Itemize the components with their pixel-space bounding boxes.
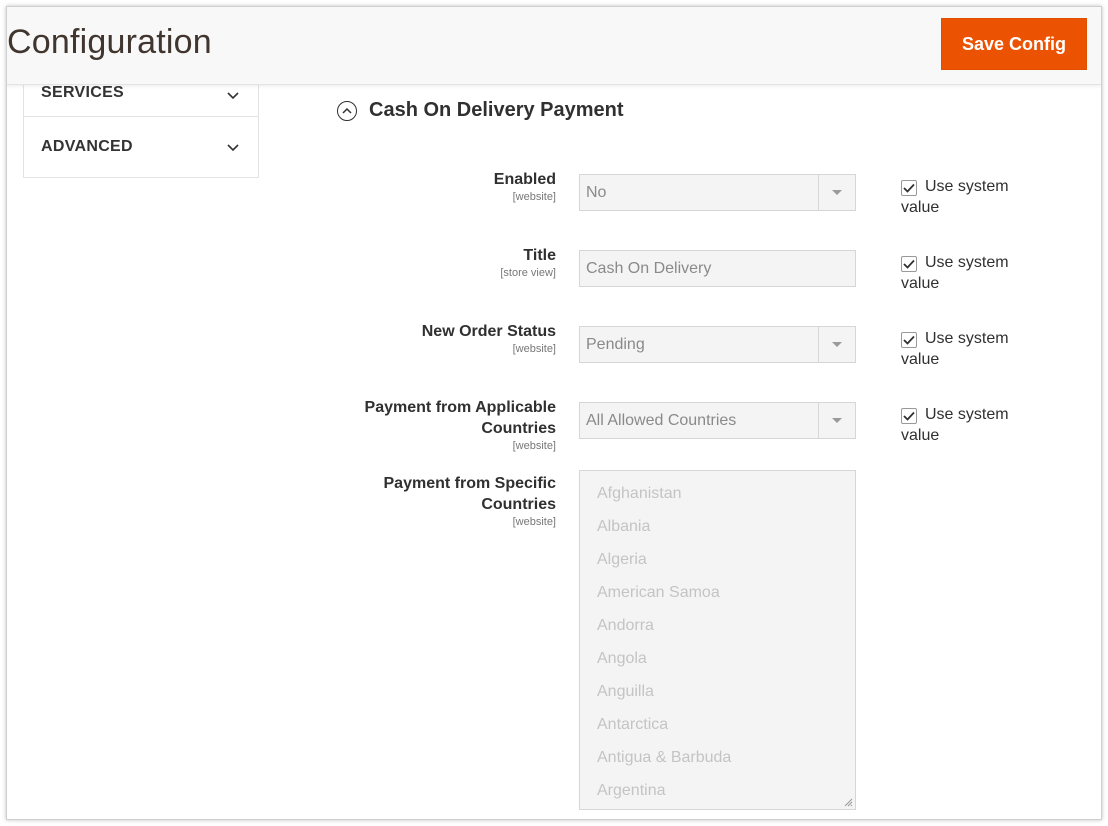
app-window: Configuration Save Config SERVICES ADVAN… xyxy=(6,6,1102,820)
page-header: Configuration Save Config xyxy=(7,7,1101,85)
scope-label: [website] xyxy=(512,191,556,203)
resize-handle-icon[interactable] xyxy=(844,798,853,807)
chevron-down-icon xyxy=(227,144,239,152)
use-system-value-title[interactable]: Use system value xyxy=(901,252,1031,294)
country-option[interactable]: Antarctica xyxy=(580,708,855,741)
field-label-title: Title [store view] xyxy=(500,247,556,279)
applicable-countries-select[interactable]: All Allowed Countries xyxy=(579,402,856,439)
dropdown-arrow-icon xyxy=(818,403,855,438)
checkbox-checked-icon[interactable] xyxy=(901,180,917,196)
country-option[interactable]: Andorra xyxy=(580,609,855,642)
config-sidebar: SERVICES ADVANCED xyxy=(23,85,259,178)
dropdown-arrow-icon xyxy=(818,175,855,210)
country-option[interactable]: Argentina xyxy=(580,774,855,807)
collapse-circle-icon xyxy=(337,100,357,121)
country-option[interactable]: Antigua & Barbuda xyxy=(580,741,855,774)
field-label-specific-countries: Payment from Specific Countries [website… xyxy=(356,473,557,529)
section-header-cash-on-delivery[interactable]: Cash On Delivery Payment xyxy=(337,99,624,122)
sidebar-item-advanced[interactable]: ADVANCED xyxy=(24,117,258,177)
scope-label: [website] xyxy=(512,343,556,355)
page-title: Configuration xyxy=(7,23,212,61)
checkbox-checked-icon[interactable] xyxy=(901,332,917,348)
country-option[interactable]: American Samoa xyxy=(580,576,855,609)
chevron-down-icon xyxy=(227,92,239,100)
sidebar-item-services[interactable]: SERVICES xyxy=(24,85,258,117)
new-order-status-select[interactable]: Pending xyxy=(579,326,856,363)
field-label-new-order-status: New Order Status [website] xyxy=(421,323,556,355)
sidebar-item-label: SERVICES xyxy=(41,85,125,101)
checkbox-checked-icon[interactable] xyxy=(901,256,917,272)
country-option[interactable]: Angola xyxy=(580,642,855,675)
country-option[interactable]: Afghanistan xyxy=(580,477,855,510)
enabled-select[interactable]: No xyxy=(579,174,856,211)
specific-countries-multiselect[interactable]: Afghanistan Albania Algeria American Sam… xyxy=(579,470,856,810)
use-system-value-applicable-countries[interactable]: Use system value xyxy=(901,404,1031,446)
scope-label: [website] xyxy=(512,440,556,452)
scope-label: [website] xyxy=(512,516,556,528)
save-config-button[interactable]: Save Config xyxy=(941,18,1087,70)
checkbox-checked-icon[interactable] xyxy=(901,408,917,424)
scope-label: [store view] xyxy=(500,267,556,279)
dropdown-arrow-icon xyxy=(818,327,855,362)
sidebar-item-label: ADVANCED xyxy=(41,138,133,155)
country-option[interactable]: Albania xyxy=(580,510,855,543)
use-system-value-new-order-status[interactable]: Use system value xyxy=(901,328,1031,370)
section-title: Cash On Delivery Payment xyxy=(369,99,624,121)
country-option[interactable]: Algeria xyxy=(580,543,855,576)
country-option[interactable]: Anguilla xyxy=(580,675,855,708)
field-label-enabled: Enabled [website] xyxy=(493,171,556,203)
use-system-value-enabled[interactable]: Use system value xyxy=(901,176,1031,218)
title-input[interactable]: Cash On Delivery xyxy=(579,250,856,287)
field-label-applicable-countries: Payment from Applicable Countries [websi… xyxy=(356,397,556,453)
